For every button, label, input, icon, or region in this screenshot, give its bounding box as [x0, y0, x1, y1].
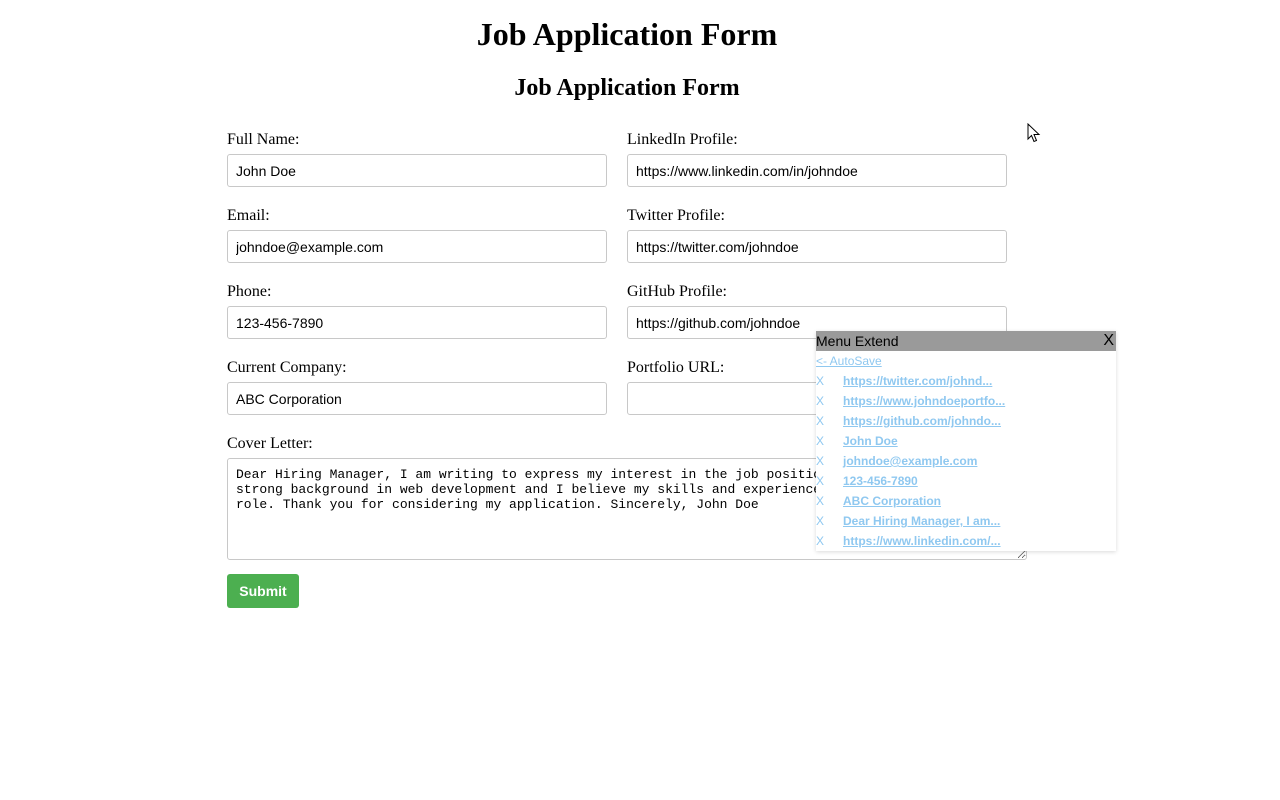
- saved-value-link[interactable]: johndoe@example.com: [843, 451, 977, 471]
- remove-item-button[interactable]: X: [816, 531, 824, 551]
- menu-extend-popup: Menu Extend X <- AutoSave Xhttps://twitt…: [816, 331, 1116, 551]
- saved-value-link[interactable]: https://www.linkedin.com/...: [843, 531, 1001, 551]
- twitter-label: Twitter Profile:: [627, 207, 725, 224]
- phone-input[interactable]: [227, 306, 607, 339]
- form-title: Job Application Form: [514, 75, 740, 101]
- phone-label: Phone:: [227, 283, 272, 300]
- menu-item: X ABC Corporation: [816, 491, 1116, 511]
- full-name-label: Full Name:: [227, 131, 300, 148]
- submit-button[interactable]: Submit: [227, 574, 299, 608]
- cover-letter-label: Cover Letter:: [227, 435, 313, 452]
- menu-item: Xhttps://www.linkedin.com/...: [816, 531, 1116, 551]
- menu-item: X 123-456-7890: [816, 471, 1116, 491]
- remove-item-button[interactable]: X: [816, 491, 824, 511]
- remove-item-button[interactable]: X: [816, 391, 824, 411]
- menu-item: Xjohndoe@example.com: [816, 451, 1116, 471]
- portfolio-label: Portfolio URL:: [627, 359, 725, 376]
- menu-extend-header: Menu Extend X: [816, 331, 1116, 351]
- remove-item-button[interactable]: X: [816, 411, 824, 431]
- saved-value-link[interactable]: ABC Corporation: [843, 491, 941, 511]
- github-label: GitHub Profile:: [627, 283, 727, 300]
- email-input[interactable]: [227, 230, 607, 263]
- autosave-back-link[interactable]: <- AutoSave: [816, 351, 1116, 371]
- menu-item: X Dear Hiring Manager, I am...: [816, 511, 1116, 531]
- remove-item-button[interactable]: X: [816, 431, 824, 451]
- full-name-input[interactable]: [227, 154, 607, 187]
- menu-close-button[interactable]: X: [1103, 331, 1114, 351]
- menu-item: X John Doe: [816, 431, 1116, 451]
- menu-item-list: Xhttps://twitter.com/johnd... Xhttps://ww…: [816, 371, 1116, 551]
- saved-value-link[interactable]: https://twitter.com/johnd...: [843, 371, 992, 391]
- saved-value-link[interactable]: https://www.johndoeportfo...: [843, 391, 1005, 411]
- twitter-input[interactable]: [627, 230, 1007, 263]
- saved-value-link[interactable]: John Doe: [843, 431, 898, 451]
- remove-item-button[interactable]: X: [816, 471, 824, 491]
- remove-item-button[interactable]: X: [816, 451, 824, 471]
- page-title: Job Application Form: [476, 16, 778, 52]
- linkedin-input[interactable]: [627, 154, 1007, 187]
- saved-value-link[interactable]: Dear Hiring Manager, I am...: [843, 511, 1000, 531]
- menu-extend-title: Menu Extend: [816, 333, 899, 349]
- current-company-label: Current Company:: [227, 359, 347, 376]
- saved-value-link[interactable]: 123-456-7890: [843, 471, 918, 491]
- email-label: Email:: [227, 207, 270, 224]
- linkedin-label: LinkedIn Profile:: [627, 131, 738, 148]
- current-company-input[interactable]: [227, 382, 607, 415]
- saved-value-link[interactable]: https://github.com/johndo...: [843, 411, 1001, 431]
- menu-item: Xhttps://twitter.com/johnd...: [816, 371, 1116, 391]
- menu-item: Xhttps://github.com/johndo...: [816, 411, 1116, 431]
- menu-item: Xhttps://www.johndoeportfo...: [816, 391, 1116, 411]
- remove-item-button[interactable]: X: [816, 371, 824, 391]
- mouse-cursor-icon: [1027, 123, 1041, 143]
- remove-item-button[interactable]: X: [816, 511, 824, 531]
